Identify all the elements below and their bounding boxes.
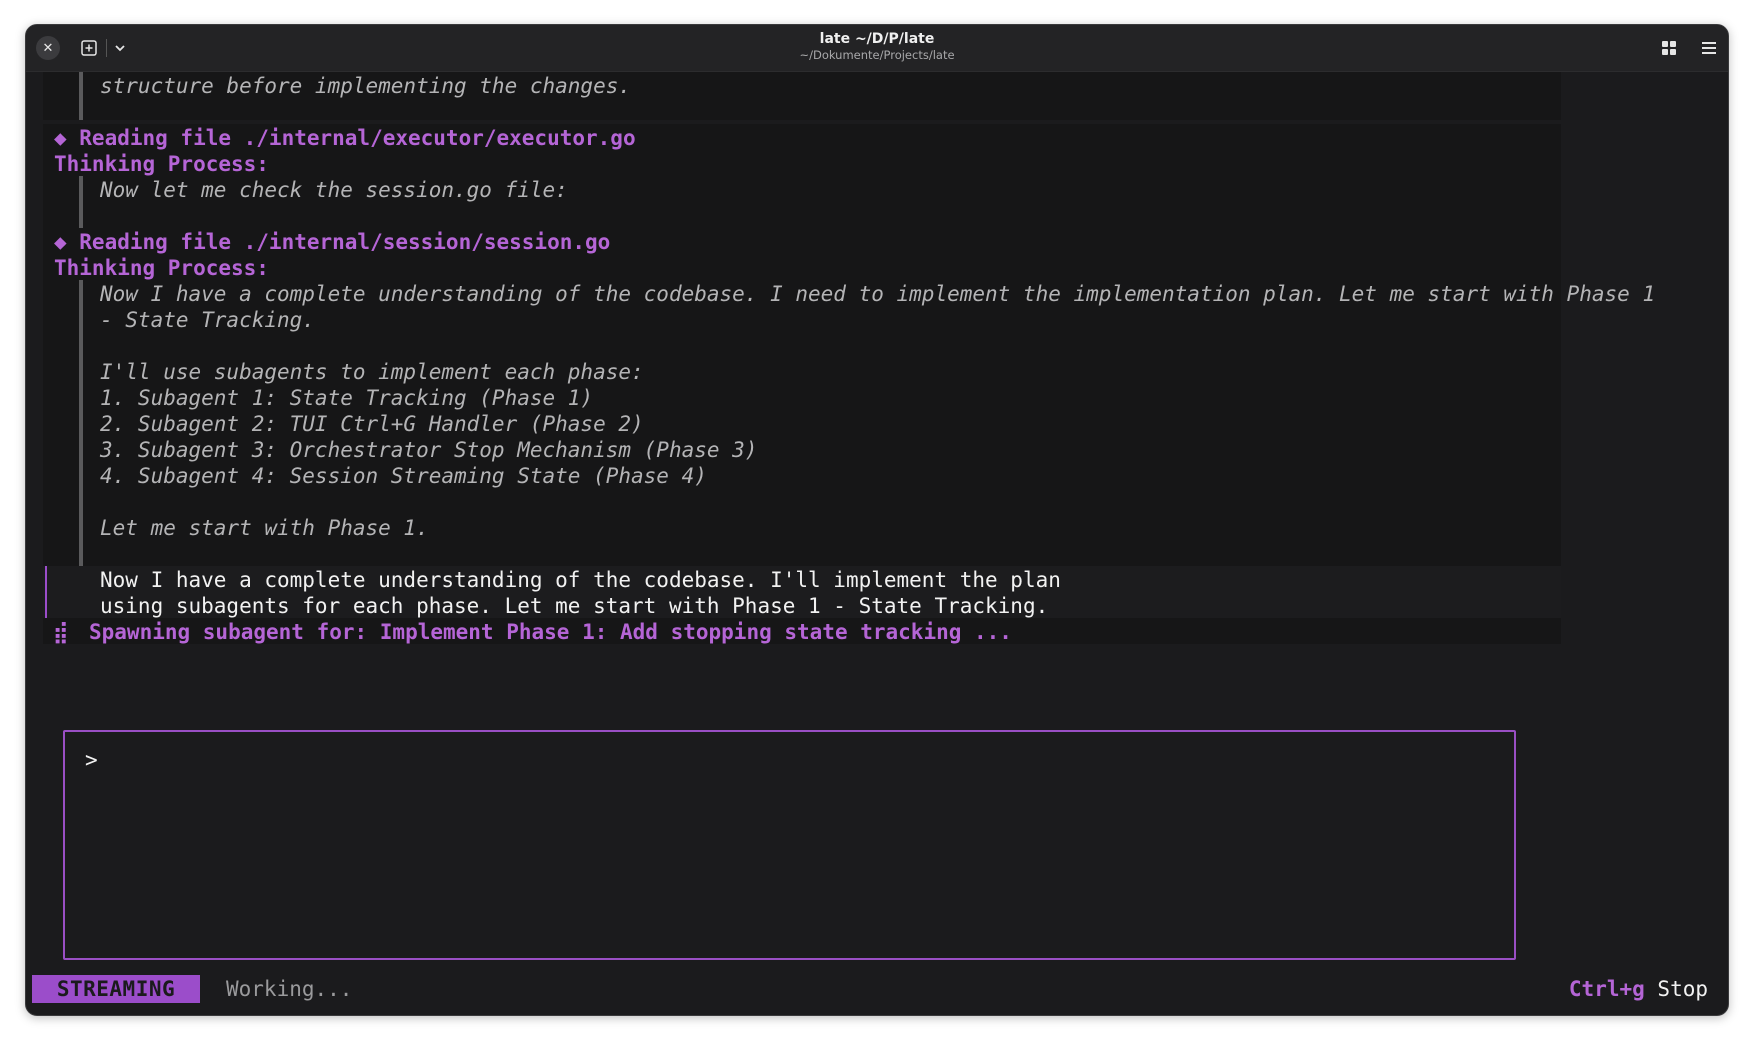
mode-badge: STREAMING [32,975,200,1003]
stop-hint: Ctrl+g Stop [1569,975,1708,1003]
assistant-message-line: Now I have a complete understanding of t… [100,568,1061,592]
window-subtitle: ~/Dokumente/Projects/late [799,48,955,62]
activity-text: Working... [226,977,353,1001]
thinking-line: 3. Subagent 3: Orchestrator Stop Mechani… [100,438,758,462]
thinking-text: structure before implementing the change… [100,74,632,98]
thinking-line: I'll use subagents to implement each pha… [100,360,644,384]
window-title-block: late ~/D/P/late ~/Dokumente/Projects/lat… [26,31,1728,63]
thinking-header: Thinking Process: [54,152,269,176]
thinking-line: Now I have a complete understanding of t… [100,282,1656,306]
thinking-border [79,176,83,228]
stop-shortcut-key: Ctrl+g [1568,977,1645,1001]
braille-spinner-icon: ⣾ [53,620,69,644]
thinking-line: - State Tracking. [100,308,315,332]
assistant-message-border [45,566,47,618]
title-bar: ✕ late ~/D/P/late ~/Dokumente/Projects/l… [26,25,1728,72]
terminal-window: ✕ late ~/D/P/late ~/Dokumente/Projects/l… [25,24,1729,1016]
thinking-line: 1. Subagent 1: State Tracking (Phase 1) [100,386,594,410]
tool-call-executor: ◆ Reading file ./internal/executor/execu… [54,126,636,150]
window-title: late ~/D/P/late [819,31,935,47]
overview-button[interactable] [1658,37,1680,59]
prompt-input[interactable]: > [63,730,1516,960]
status-bar: STREAMING Working... Ctrl+g Stop [26,973,1728,1005]
prompt-caret: > [85,748,98,772]
thinking-line: Let me start with Phase 1. [100,516,429,540]
assistant-message-line: using subagents for each phase. Let me s… [100,594,1049,618]
main-menu-button[interactable] [1698,37,1720,59]
thinking-border [79,280,83,566]
grid-icon [1662,41,1676,55]
spawning-status: Spawning subagent for: Implement Phase 1… [89,620,1012,644]
thinking-text: Now let me check the session.go file: [100,178,568,202]
thinking-header: Thinking Process: [54,256,269,280]
tool-call-session: ◆ Reading file ./internal/session/sessio… [54,230,611,254]
thinking-line: 4. Subagent 4: Session Streaming State (… [100,464,707,488]
thinking-border [79,72,83,120]
stop-action-label: Stop [1657,977,1708,1001]
thinking-line: 2. Subagent 2: TUI Ctrl+G Handler (Phase… [100,412,644,436]
hamburger-menu-icon [1702,42,1716,54]
